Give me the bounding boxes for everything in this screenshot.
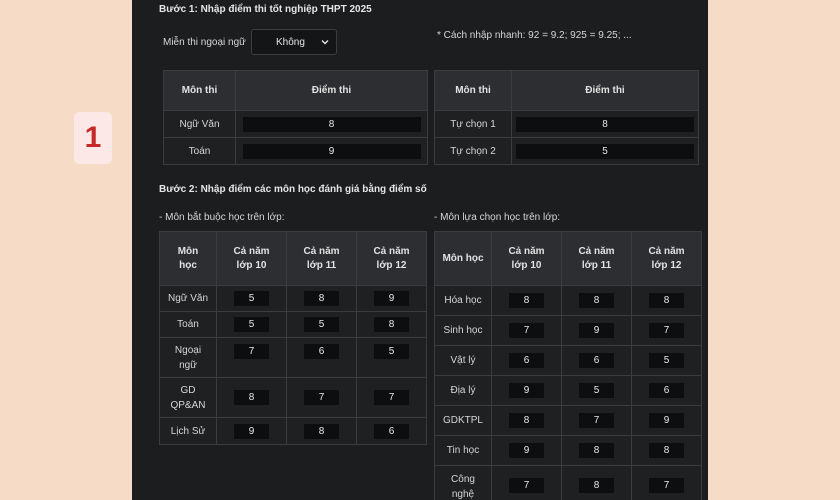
col-header-grade10: Cả năm lớp 10 xyxy=(491,231,562,286)
subject-cell: Tự chọn 1 xyxy=(434,110,512,138)
subject-cell: Vật lý xyxy=(434,345,492,376)
grade12-input[interactable]: 5 xyxy=(374,344,409,359)
table-row: Hóa học 8 8 8 xyxy=(434,285,702,316)
subject-cell: Hóa học xyxy=(434,285,492,316)
grade12-input[interactable]: 6 xyxy=(374,423,409,439)
grade10-input[interactable]: 5 xyxy=(234,317,269,332)
grade10-input[interactable]: 8 xyxy=(234,390,269,405)
table-row: Địa lý 9 5 6 xyxy=(434,375,702,406)
grade12-input[interactable]: 8 xyxy=(649,293,684,308)
step-number-badge: 1 xyxy=(74,112,112,164)
quick-input-hint: * Cách nhập nhanh: 92 = 9.2; 925 = 9.25;… xyxy=(437,30,632,41)
col-header-subject: Môn thi xyxy=(163,70,236,111)
table-row: Tin học 9 8 8 xyxy=(434,435,702,466)
table-row: Ngoại ngữ 7 6 5 xyxy=(159,337,427,378)
grade10-input[interactable]: 7 xyxy=(509,323,544,338)
grade10-input[interactable]: 7 xyxy=(509,478,544,493)
chevron-down-icon xyxy=(321,40,329,45)
subject-cell: Tin học xyxy=(434,435,492,466)
grade11-input[interactable]: 9 xyxy=(579,323,614,338)
table-row: Sinh học 7 9 7 xyxy=(434,315,702,346)
col-header-grade10: Cả năm lớp 10 xyxy=(216,231,287,286)
grade12-input[interactable]: 7 xyxy=(649,478,684,493)
required-subjects-table: Môn học Cả năm lớp 10 Cả năm lớp 11 Cả năm l… xyxy=(159,231,427,445)
col-header-grade12: Cả năm lớp 12 xyxy=(631,231,702,286)
step2-title: Bước 2: Nhập điểm các môn học đánh giá b… xyxy=(159,184,427,195)
exempt-select[interactable]: Không xyxy=(251,29,337,55)
exam-score-table-left: Môn thi Điểm thi Ngữ Văn 8 Toán 9 xyxy=(163,70,428,165)
grade12-input[interactable]: 8 xyxy=(374,317,409,332)
table-row: Công nghệ 7 8 7 xyxy=(434,465,702,500)
grade10-input[interactable]: 8 xyxy=(509,293,544,308)
table-row: GD QP&AN 8 7 7 xyxy=(159,377,427,418)
grade12-input[interactable]: 7 xyxy=(649,323,684,338)
grade12-input[interactable]: 8 xyxy=(649,443,684,458)
col-header-subject: Môn thi xyxy=(434,70,512,111)
grade12-input[interactable]: 7 xyxy=(374,390,409,405)
grade10-input[interactable]: 9 xyxy=(509,383,544,398)
subject-cell: Ngữ Văn xyxy=(163,110,236,138)
subject-cell: Ngoại ngữ xyxy=(159,337,217,378)
col-header-subject: Môn học xyxy=(434,231,492,286)
exam-score-table-right: Môn thi Điểm thi Tự chọn 1 8 Tự chọn 2 5 xyxy=(434,70,699,165)
exempt-select-value: Không xyxy=(276,37,305,48)
grade11-input[interactable]: 6 xyxy=(579,353,614,368)
grade11-input[interactable]: 8 xyxy=(304,423,339,439)
col-header-subject: Môn học xyxy=(159,231,217,286)
required-subjects-label: - Môn bắt buộc học trên lớp: xyxy=(159,212,285,223)
elective-subjects-label: - Môn lựa chọn học trên lớp: xyxy=(434,212,561,223)
grade11-input[interactable]: 8 xyxy=(579,293,614,308)
table-row: Ngữ Văn 5 8 9 xyxy=(159,285,427,312)
col-header-score: Điểm thi xyxy=(511,70,699,111)
table-row: Vật lý 6 6 5 xyxy=(434,345,702,376)
grade12-input[interactable]: 6 xyxy=(649,383,684,398)
subject-cell: Ngữ Văn xyxy=(159,285,217,312)
col-header-score: Điểm thi xyxy=(235,70,428,111)
score-input[interactable]: 8 xyxy=(242,116,421,132)
score-input[interactable]: 9 xyxy=(242,143,421,159)
step1-title: Bước 1: Nhập điểm thi tốt nghiệp THPT 20… xyxy=(159,4,372,15)
score-calculator-panel: Bước 1: Nhập điểm thi tốt nghiệp THPT 20… xyxy=(132,0,708,500)
grade12-input[interactable]: 9 xyxy=(649,413,684,428)
grade11-input[interactable]: 7 xyxy=(579,413,614,428)
table-row: Toán 5 5 8 xyxy=(159,311,427,338)
exempt-label: Miễn thi ngoại ngữ xyxy=(163,37,246,48)
col-header-grade11: Cả năm lớp 11 xyxy=(561,231,632,286)
grade10-input[interactable]: 6 xyxy=(509,353,544,368)
score-input[interactable]: 8 xyxy=(516,116,694,132)
subject-cell: GD QP&AN xyxy=(159,377,217,418)
table-row: Lịch Sử 9 8 6 xyxy=(159,417,427,445)
grade11-input[interactable]: 8 xyxy=(579,478,614,493)
grade10-input[interactable]: 5 xyxy=(234,291,269,306)
subject-cell: Công nghệ xyxy=(434,465,492,500)
subject-cell: Lịch Sử xyxy=(159,417,217,445)
grade10-input[interactable]: 9 xyxy=(509,443,544,458)
grade12-input[interactable]: 5 xyxy=(649,353,684,368)
grade11-input[interactable]: 8 xyxy=(304,291,339,306)
col-header-grade11: Cả năm lớp 11 xyxy=(286,231,357,286)
subject-cell: Tự chọn 2 xyxy=(434,137,512,165)
grade11-input[interactable]: 8 xyxy=(579,443,614,458)
grade10-input[interactable]: 9 xyxy=(234,423,269,439)
grade11-input[interactable]: 7 xyxy=(304,390,339,405)
grade10-input[interactable]: 8 xyxy=(509,413,544,428)
elective-subjects-table: Môn học Cả năm lớp 10 Cả năm lớp 11 Cả năm… xyxy=(434,231,702,500)
table-row: GDKTPL 8 7 9 xyxy=(434,405,702,436)
subject-cell: Toán xyxy=(159,311,217,338)
subject-cell: Toán xyxy=(163,137,236,165)
subject-cell: GDKTPL xyxy=(434,405,492,436)
grade11-input[interactable]: 5 xyxy=(579,383,614,398)
grade10-input[interactable]: 7 xyxy=(234,344,269,359)
subject-cell: Địa lý xyxy=(434,375,492,406)
grade12-input[interactable]: 9 xyxy=(374,291,409,306)
subject-cell: Sinh học xyxy=(434,315,492,346)
col-header-grade12: Cả năm lớp 12 xyxy=(356,231,427,286)
score-input[interactable]: 5 xyxy=(516,143,694,159)
grade11-input[interactable]: 5 xyxy=(304,317,339,332)
grade11-input[interactable]: 6 xyxy=(304,344,339,359)
